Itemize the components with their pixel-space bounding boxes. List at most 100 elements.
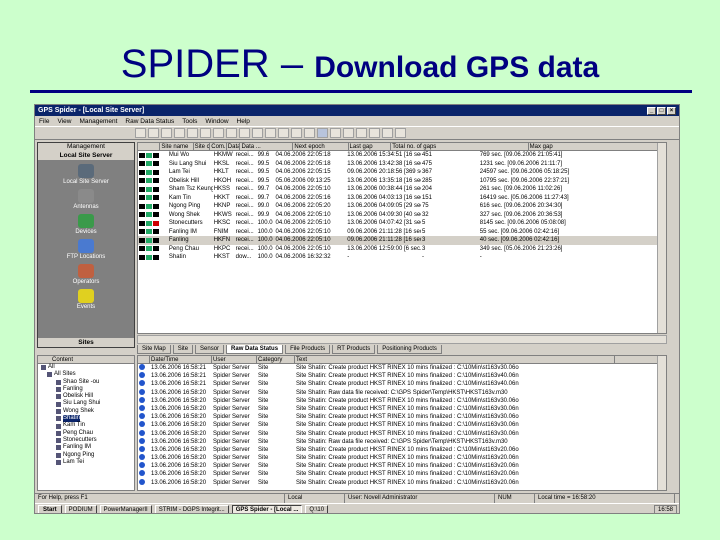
tree-node[interactable]: Wong Shek	[38, 408, 134, 415]
column-header[interactable]: Data ...	[227, 143, 241, 150]
menu-item-window[interactable]: Window	[205, 118, 228, 125]
grid-hscrollbar[interactable]	[137, 335, 667, 344]
open-icon[interactable]	[148, 128, 159, 138]
tab-rt-products[interactable]: RT Products	[332, 345, 376, 354]
stop-icon[interactable]	[278, 128, 289, 138]
nav-item-antennas[interactable]: Antennas	[38, 189, 134, 210]
table-row[interactable]: Fanling IM FNIM recei... 100.0 04.06.2006 22…	[138, 228, 666, 237]
log-row[interactable]: 13.06.2006 16:58:20 Spider Server Site Site…	[138, 478, 666, 487]
find-icon[interactable]	[330, 128, 341, 138]
info-icon[interactable]	[395, 128, 406, 138]
log-row[interactable]: 13.06.2006 16:58:20 Spider Server Site Site…	[138, 429, 666, 438]
log-column-header[interactable]: Category	[257, 356, 295, 363]
save-icon[interactable]	[161, 128, 172, 138]
log-row[interactable]: 13.06.2006 16:58:20 Spider Server Site Site…	[138, 413, 666, 421]
column-header[interactable]: Site name	[160, 143, 194, 150]
new-icon[interactable]	[135, 128, 146, 138]
refresh-icon[interactable]	[343, 128, 354, 138]
tab-positioning-products[interactable]: Positioning Products	[377, 345, 442, 354]
tree-node[interactable]: Shao Site -ou	[38, 379, 134, 386]
grid-scrollbar[interactable]	[657, 143, 666, 333]
minimize-button[interactable]: _	[647, 106, 656, 115]
table-row[interactable]: Stonecutters HKSC recei... 100.0 04.06.2006 …	[138, 219, 666, 228]
table-row[interactable]: Shatin HKST dow... 100.0 04.06.2006 16:32:32…	[138, 253, 666, 262]
record-icon[interactable]	[304, 128, 315, 138]
menu-item-management[interactable]: Management	[79, 118, 117, 125]
print-icon[interactable]	[226, 128, 237, 138]
column-header[interactable]: Max gap	[529, 143, 667, 150]
tree-node[interactable]: All	[38, 364, 134, 371]
menu-item-file[interactable]: File	[39, 118, 49, 125]
zoom-out-icon[interactable]	[369, 128, 380, 138]
help-icon[interactable]	[213, 128, 224, 138]
menu-item-raw-data-status[interactable]: Raw Data Status	[125, 118, 174, 125]
menu-item-help[interactable]: Help	[237, 118, 250, 125]
nav-item-local-site-server[interactable]: Local Site Server	[38, 164, 134, 185]
table-row[interactable]: Fanling HKFN recei... 100.0 04.06.2006 22:05…	[138, 236, 666, 245]
tree-node[interactable]: Siu Lang Shui	[38, 400, 134, 407]
management-section[interactable]: Local Site Server	[38, 151, 134, 160]
start-button[interactable]: Start	[38, 504, 62, 513]
zoom-icon[interactable]	[239, 128, 250, 138]
taskbar-item[interactable]: Q:\10	[305, 504, 329, 513]
nav-item-operators[interactable]: Operators	[38, 264, 134, 285]
nav-item-events[interactable]: Events	[38, 289, 134, 310]
zoom-in-icon[interactable]	[356, 128, 367, 138]
taskbar-item[interactable]: STRIM - DGPS Integrit...	[154, 504, 229, 513]
log-row[interactable]: 13.06.2006 16:58:21 Spider Server Site Site…	[138, 364, 666, 372]
tree-node[interactable]: Peng Chau	[38, 430, 134, 437]
tree-node[interactable]: Kam Tin	[38, 422, 134, 429]
column-header[interactable]: Next epoch	[293, 143, 349, 150]
table-row[interactable]: Siu Lang Shui HKSL recei... 99.5 04.06.2006 …	[138, 160, 666, 169]
cut-icon[interactable]	[174, 128, 185, 138]
table-row[interactable]: Wong Shek HKWS recei... 99.9 04.06.2006 22:0…	[138, 211, 666, 220]
column-header[interactable]: Total no. of gaps	[391, 143, 529, 150]
sites-button[interactable]: Sites	[38, 338, 134, 347]
table-row[interactable]: Lam Tei HKLT recei... 99.5 04.06.2006 22:05:…	[138, 168, 666, 177]
table-row[interactable]: Mui Wo HKMW recei... 99.6 04.06.2006 22:05:1…	[138, 151, 666, 160]
play-icon[interactable]	[265, 128, 276, 138]
tree-node[interactable]: Stonecutters	[38, 437, 134, 444]
tree-node[interactable]: Fanling	[38, 386, 134, 393]
column-header[interactable]: Last gap	[349, 143, 392, 150]
log-row[interactable]: 13.06.2006 16:58:20 Spider Server Site Site…	[138, 445, 666, 454]
tab-sensor[interactable]: Sensor	[195, 345, 225, 354]
filter-icon[interactable]	[252, 128, 263, 138]
tree-node[interactable]: All Sites	[38, 371, 134, 378]
log-row[interactable]: 13.06.2006 16:58:20 Spider Server Site Site…	[138, 404, 666, 413]
log-row[interactable]: 13.06.2006 16:58:21 Spider Server Site Site…	[138, 380, 666, 388]
column-header[interactable]: Site c...	[194, 143, 211, 150]
table-row[interactable]: Ngong Ping HKNP recei... 99.0 04.06.2006 22:…	[138, 202, 666, 211]
settings-icon[interactable]	[317, 128, 328, 138]
column-header[interactable]: Data ...	[240, 143, 294, 150]
pause-icon[interactable]	[291, 128, 302, 138]
log-column-header[interactable]: Date/Time	[150, 356, 212, 363]
tree-node[interactable]: Obelisk Hill	[38, 393, 134, 400]
copy-icon[interactable]	[187, 128, 198, 138]
tab-site-map[interactable]: Site Map	[137, 345, 171, 354]
table-row[interactable]: Obelisk Hill HKOH recei... 99.5 05.06.2006 0…	[138, 177, 666, 186]
table-row[interactable]: Sham Tsz Keung HKSS recei... 99.7 04.06.2006…	[138, 185, 666, 194]
log-row[interactable]: 13.06.2006 16:58:21 Spider Server Site Site…	[138, 372, 666, 380]
close-button[interactable]: ×	[667, 106, 676, 115]
log-row[interactable]: 13.06.2006 16:58:20 Spider Server Site Site…	[138, 437, 666, 446]
paste-icon[interactable]	[200, 128, 211, 138]
taskbar-item[interactable]: GPS Spider - [Local ...	[231, 504, 303, 513]
tree-node[interactable]: Lam Tei	[38, 459, 134, 466]
table-row[interactable]: Peng Chau HKPC recei... 100.0 04.06.2006 22:…	[138, 245, 666, 254]
log-scrollbar[interactable]	[657, 356, 666, 490]
log-row[interactable]: 13.06.2006 16:58:20 Spider Server Site Site…	[138, 462, 666, 470]
log-column-header[interactable]: Text	[295, 356, 615, 363]
tree-node[interactable]: Shatin	[38, 415, 134, 423]
tab-site[interactable]: Site	[172, 345, 194, 354]
log-row[interactable]: 13.06.2006 16:58:20 Spider Server Site Site…	[138, 454, 666, 462]
menu-item-view[interactable]: View	[57, 118, 71, 125]
nav-item-ftp-locations[interactable]: FTP Locations	[38, 239, 134, 260]
nav-item-devices[interactable]: Devices	[38, 214, 134, 235]
tree-node[interactable]: Ngong Ping	[38, 452, 134, 459]
window-titlebar[interactable]: GPS Spider - [Local Site Server] _ □ ×	[35, 105, 679, 116]
taskbar-item[interactable]: PowerManagerII	[99, 504, 152, 513]
tools-icon[interactable]	[382, 128, 393, 138]
table-row[interactable]: Kam Tin HKKT recei... 99.7 04.06.2006 22:05:…	[138, 194, 666, 203]
tree-node[interactable]: Fanling IM	[38, 444, 134, 451]
